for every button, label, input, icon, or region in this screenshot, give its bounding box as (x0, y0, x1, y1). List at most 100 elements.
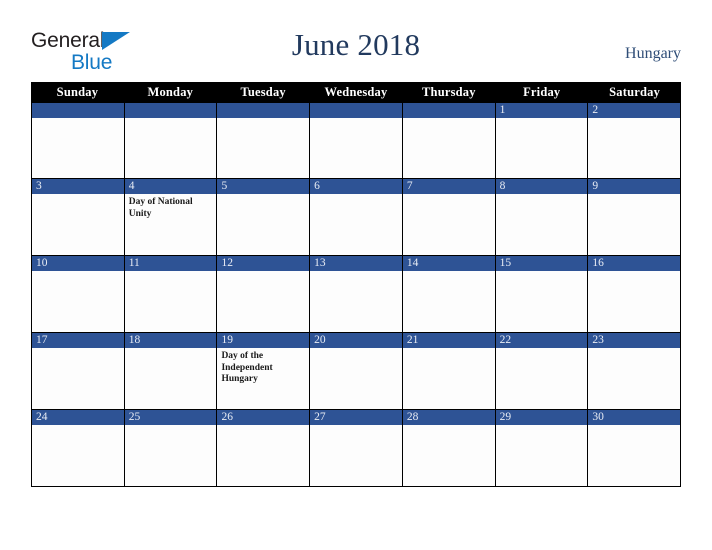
day-events (125, 271, 217, 332)
day-cell-28[interactable]: 28 (402, 410, 496, 486)
day-number: 27 (310, 410, 402, 425)
day-cell-19[interactable]: 19 Day of the Independent Hungary (217, 333, 311, 409)
holiday-event: Day of National Unity (128, 197, 193, 219)
day-events (403, 271, 495, 332)
day-events (403, 194, 495, 255)
day-cell-8[interactable]: 8 (495, 179, 589, 255)
day-events (217, 271, 309, 332)
day-cell-1[interactable]: 1 (495, 103, 589, 178)
day-cell-21[interactable]: 21 (402, 333, 496, 409)
calendar-week-row: 3 4 Day of National Unity 5 6 7 8 9 (31, 179, 681, 256)
day-events (496, 348, 588, 409)
day-cell-23[interactable]: 23 (588, 333, 681, 409)
day-number (124, 103, 217, 118)
day-number: 12 (217, 256, 310, 271)
day-events (32, 348, 124, 409)
day-number: 7 (402, 179, 495, 194)
day-cell-empty[interactable] (124, 103, 218, 178)
day-number: 9 (588, 179, 681, 194)
day-cell-empty[interactable] (217, 103, 311, 178)
day-events (32, 425, 124, 486)
day-events (125, 348, 217, 409)
day-number: 23 (588, 333, 681, 348)
day-cell-7[interactable]: 7 (402, 179, 496, 255)
day-cell-empty[interactable] (402, 103, 496, 178)
day-number: 6 (310, 179, 402, 194)
day-cell-17[interactable]: 17 (32, 333, 125, 409)
day-number: 3 (32, 179, 124, 194)
day-number: 2 (588, 103, 681, 118)
day-cell-29[interactable]: 29 (495, 410, 589, 486)
day-events (496, 194, 588, 255)
day-cell-24[interactable]: 24 (32, 410, 125, 486)
day-cell-11[interactable]: 11 (124, 256, 218, 332)
day-events: Day of National Unity (125, 194, 217, 255)
day-number: 24 (32, 410, 124, 425)
day-number (217, 103, 310, 118)
day-events (588, 194, 680, 255)
day-number (402, 103, 495, 118)
weekday-header-thursday: Thursday (422, 85, 476, 99)
day-cell-2[interactable]: 2 (588, 103, 681, 178)
day-cell-27[interactable]: 27 (310, 410, 403, 486)
day-events (310, 348, 402, 409)
day-number: 29 (495, 410, 588, 425)
day-number: 18 (124, 333, 217, 348)
day-number: 20 (310, 333, 402, 348)
day-events (125, 118, 217, 178)
day-cell-22[interactable]: 22 (495, 333, 589, 409)
day-events (588, 425, 680, 486)
day-cell-empty[interactable] (32, 103, 125, 178)
day-cell-16[interactable]: 16 (588, 256, 681, 332)
day-number: 17 (32, 333, 124, 348)
day-events (32, 118, 124, 178)
day-number (310, 103, 402, 118)
day-events (403, 348, 495, 409)
day-cell-3[interactable]: 3 (32, 179, 125, 255)
calendar-weeks: 1 2 3 4 Day of National Unity 5 6 7 8 9 10 11 12 13 14… (31, 102, 681, 487)
day-cell-6[interactable]: 6 (310, 179, 403, 255)
weekday-header-monday: Monday (147, 85, 194, 99)
page-title: June 2018 (291, 27, 421, 62)
day-number: 28 (402, 410, 495, 425)
page-header: General Blue June 2018 Hungary (0, 0, 712, 82)
day-number: 19 (217, 333, 310, 348)
day-events (125, 425, 217, 486)
day-cell-14[interactable]: 14 (402, 256, 496, 332)
day-cell-26[interactable]: 26 (217, 410, 311, 486)
day-events (588, 118, 680, 178)
day-cell-18[interactable]: 18 (124, 333, 218, 409)
day-number: 14 (402, 256, 495, 271)
day-number: 15 (495, 256, 588, 271)
day-cell-13[interactable]: 13 (310, 256, 403, 332)
day-cell-15[interactable]: 15 (495, 256, 589, 332)
holiday-event: Day of the Independent Hungary (221, 351, 273, 384)
day-number: 8 (495, 179, 588, 194)
day-events (310, 425, 402, 486)
day-number: 10 (32, 256, 124, 271)
day-number: 13 (310, 256, 402, 271)
day-cell-30[interactable]: 30 (588, 410, 681, 486)
day-events (217, 194, 309, 255)
day-events (403, 425, 495, 486)
day-number: 16 (588, 256, 681, 271)
day-number (32, 103, 124, 118)
day-cell-4[interactable]: 4 Day of National Unity (124, 179, 218, 255)
day-cell-5[interactable]: 5 (217, 179, 311, 255)
day-cell-25[interactable]: 25 (124, 410, 218, 486)
day-events (32, 271, 124, 332)
day-cell-9[interactable]: 9 (588, 179, 681, 255)
day-number: 21 (402, 333, 495, 348)
calendar-week-row: 17 18 19 Day of the Independent Hungary 20 21… (31, 333, 681, 410)
day-cell-20[interactable]: 20 (310, 333, 403, 409)
day-number: 1 (495, 103, 588, 118)
day-cell-10[interactable]: 10 (32, 256, 125, 332)
day-number: 5 (217, 179, 310, 194)
calendar-page: General Blue June 2018 Hungary Sunday Mon… (0, 0, 712, 550)
calendar-week-row: 10 11 12 13 14 15 16 (31, 256, 681, 333)
day-cell-12[interactable]: 12 (217, 256, 311, 332)
weekday-header-friday: Friday (523, 85, 561, 99)
day-events (403, 118, 495, 178)
day-number: 30 (588, 410, 681, 425)
day-cell-empty[interactable] (310, 103, 403, 178)
